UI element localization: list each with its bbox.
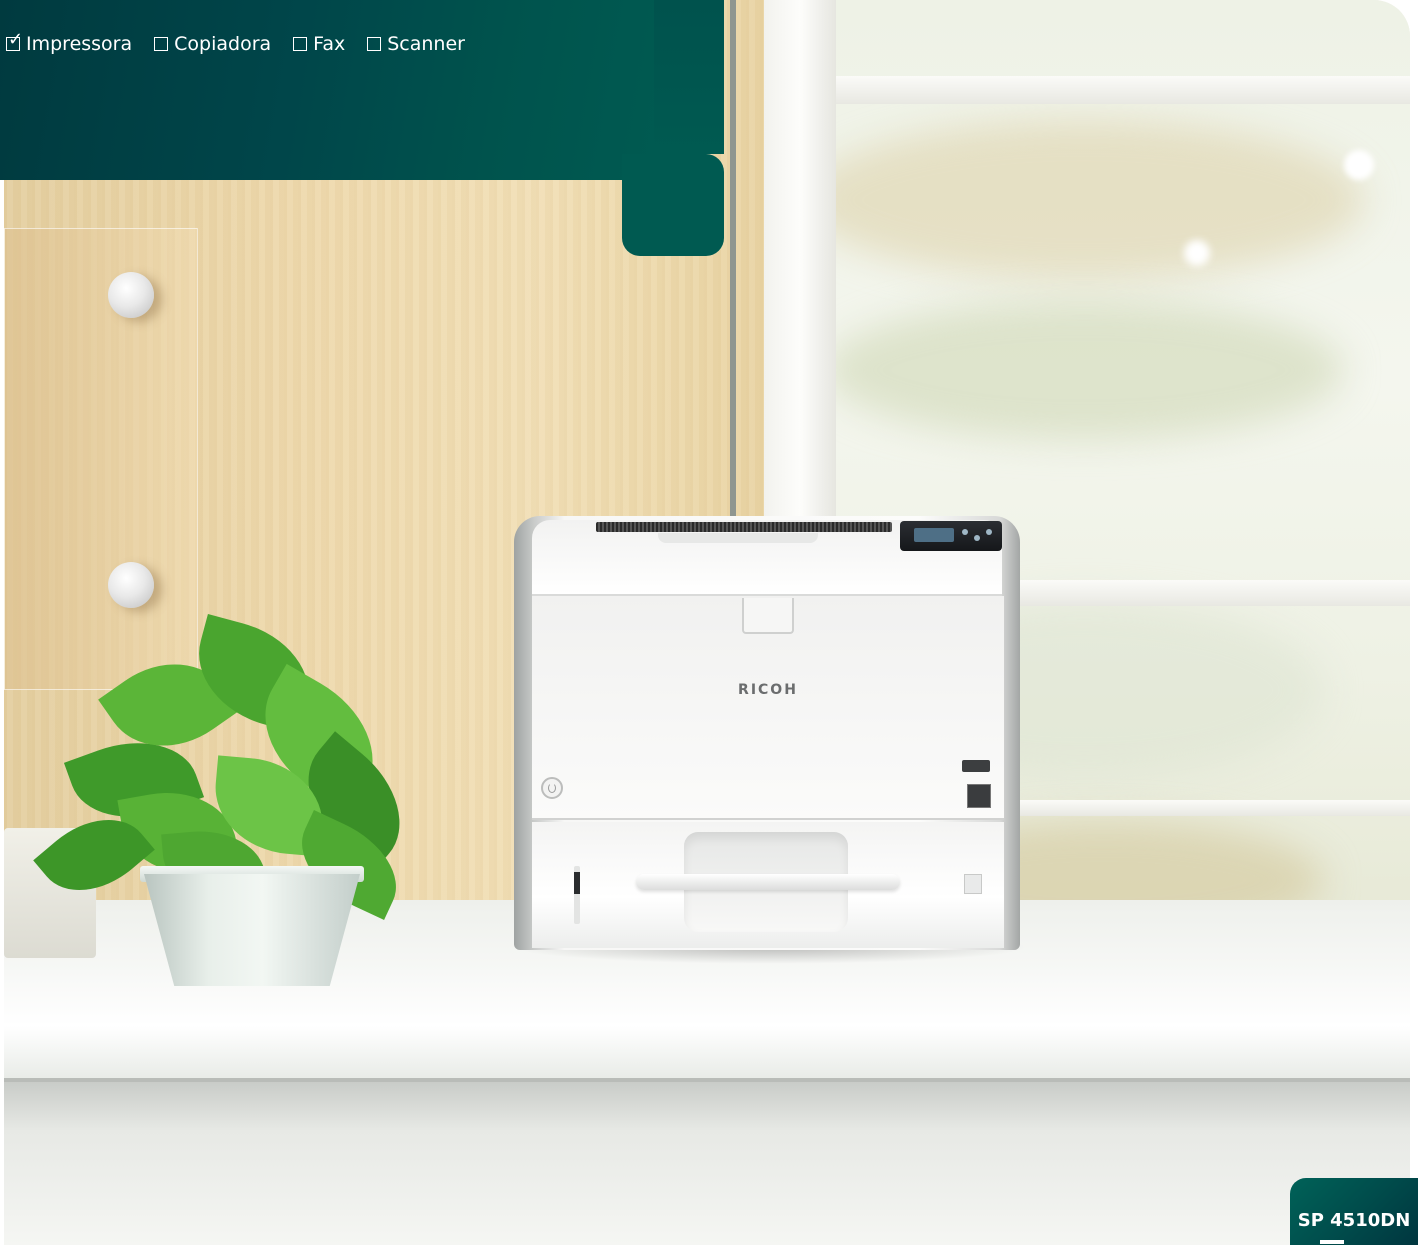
cover-latch <box>742 598 794 634</box>
power-icon <box>541 777 563 799</box>
function-label: Impressora <box>26 33 133 55</box>
energy-star-icon <box>967 784 991 808</box>
model-name: SP 4510DN <box>1297 1210 1411 1231</box>
function-list: ✓ Impressora Copiadora Fax Scanner <box>6 29 487 55</box>
model-tab: SP 4510DN <box>1290 1178 1418 1245</box>
checkbox-unchecked-icon <box>293 37 308 51</box>
paper-tray-handle <box>636 874 900 890</box>
acrylic-sign-panel <box>4 228 198 690</box>
checkbox-unchecked-icon <box>367 37 382 51</box>
function-label: Fax <box>313 33 346 55</box>
header-banner: ✓ Impressora Copiadora Fax Scanner <box>0 0 724 256</box>
function-label: Scanner <box>387 33 465 55</box>
function-item-copiadora: Copiadora <box>154 33 271 55</box>
function-label: Copiadora <box>174 33 272 55</box>
wall-standoff <box>108 272 154 318</box>
certification-logo-icon <box>962 760 990 772</box>
paper-size-label <box>964 874 982 894</box>
checkbox-checked-icon: ✓ <box>6 29 24 51</box>
printer-brand-logo: RICOH <box>738 682 798 698</box>
function-item-scanner: Scanner <box>367 33 465 55</box>
function-item-fax: Fax <box>293 33 345 55</box>
function-item-impressora: ✓ Impressora <box>6 29 133 55</box>
counter-front <box>4 1082 1410 1245</box>
checkbox-unchecked-icon <box>154 37 169 51</box>
printer-control-panel <box>900 521 1002 551</box>
paper-level-gauge <box>574 866 580 924</box>
wall-standoff <box>108 562 154 608</box>
output-slot <box>596 522 892 532</box>
